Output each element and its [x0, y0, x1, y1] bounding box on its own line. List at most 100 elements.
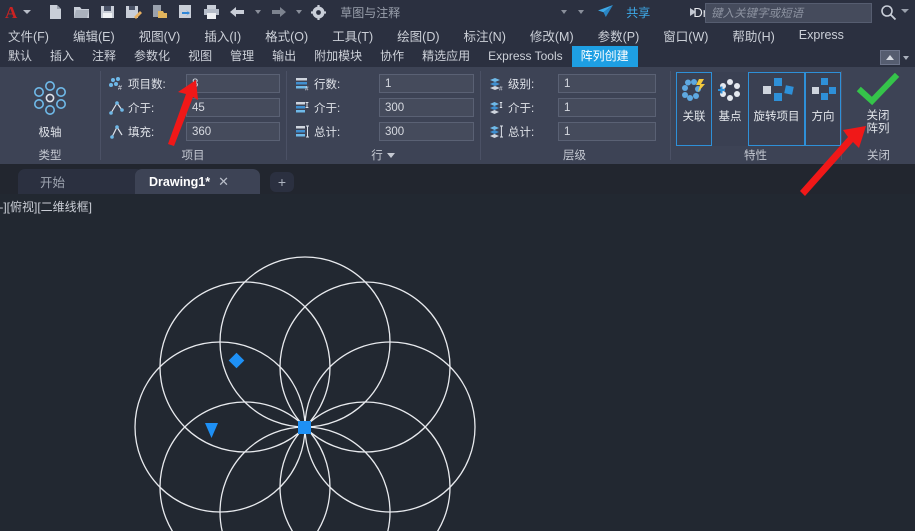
ribbon-minimize-icon[interactable] — [880, 50, 900, 65]
tab-addins[interactable]: 附加模块 — [305, 46, 371, 67]
tab-insert[interactable]: 插入 — [41, 46, 83, 67]
rows-count-input[interactable]: 1 — [379, 74, 474, 93]
base-point-icon — [715, 78, 745, 107]
direction-button[interactable]: 方向 — [805, 72, 841, 146]
menu-item-dimension[interactable]: 标注(N) — [452, 26, 518, 45]
tab-annotate[interactable]: 注释 — [83, 46, 125, 67]
document-tab-bar: 开始 Drawing1* ✕ + — [0, 164, 915, 194]
new-icon[interactable] — [47, 4, 64, 20]
drawing-canvas[interactable]: [-][俯视][二维线框] — [0, 194, 915, 531]
rows-between-input[interactable]: 300 — [379, 98, 474, 117]
tab-featured-apps[interactable]: 精选应用 — [413, 46, 479, 67]
tab-manage[interactable]: 管理 — [221, 46, 263, 67]
menu-item-help[interactable]: 帮助(H) — [720, 26, 786, 45]
menu-item-tools[interactable]: 工具(T) — [320, 26, 385, 45]
menu-item-view[interactable]: 视图(V) — [127, 26, 193, 45]
workspace-name[interactable]: 草图与注释 — [340, 4, 400, 21]
close-array-button[interactable]: 关闭 阵列 — [856, 73, 900, 136]
level-between-icon — [489, 101, 504, 115]
open-icon[interactable] — [73, 4, 90, 20]
share-label[interactable]: 共享 — [626, 4, 650, 21]
items-between-input[interactable]: 45 — [186, 98, 280, 117]
titlebar-overflow-chevron-icon[interactable] — [901, 9, 909, 13]
ribbon-tab-bar: 默认 插入 注释 参数化 视图 管理 输出 附加模块 协作 精选应用 Expre… — [0, 46, 915, 67]
search-expand-icon[interactable] — [690, 8, 696, 16]
qat-overflow-chevron-icon[interactable] — [578, 10, 584, 14]
svg-text:#: # — [499, 86, 503, 92]
tab-collaborate[interactable]: 协作 — [371, 46, 413, 67]
items-fill-row: 填充: — [109, 122, 154, 142]
tab-array-creation[interactable]: 阵列创建 — [572, 46, 638, 67]
levels-total-input[interactable]: 1 — [558, 122, 656, 141]
menu-item-file[interactable]: 文件(F) — [0, 26, 61, 45]
rotate-items-button[interactable]: 旋转项目 — [748, 72, 805, 146]
menu-item-window[interactable]: 窗口(W) — [651, 26, 720, 45]
redo-chevron-down-icon[interactable] — [296, 10, 302, 14]
tab-drawing1-label: Drawing1* — [149, 175, 210, 189]
undo-icon[interactable] — [229, 4, 246, 20]
associative-button[interactable]: 关联 — [676, 72, 712, 146]
rows-panel-chevron-down-icon[interactable] — [387, 153, 395, 158]
items-fill-input[interactable]: 360 — [186, 122, 280, 141]
polar-array-icon — [28, 79, 72, 122]
close-array-label-line2: 阵列 — [867, 123, 890, 136]
autocad-logo-icon: A — [5, 4, 17, 21]
menu-item-modify[interactable]: 修改(M) — [518, 26, 586, 45]
redo-icon[interactable] — [270, 4, 287, 20]
new-tab-button[interactable]: + — [270, 172, 294, 192]
ribbon-collapse-control[interactable] — [880, 50, 909, 65]
array-geometry — [0, 194, 915, 531]
rows-total-input[interactable]: 300 — [379, 122, 474, 141]
menu-item-edit[interactable]: 编辑(E) — [61, 26, 127, 45]
polar-array-button[interactable]: 极轴 — [28, 79, 72, 140]
undo-chevron-down-icon[interactable] — [255, 10, 261, 14]
rows-count-label: 行数: — [314, 76, 340, 92]
levels-between-input[interactable]: 1 — [558, 98, 656, 117]
quick-access-toolbar: 草图与注释 共享 Drawing1.dwg — [47, 4, 775, 21]
gear-icon[interactable] — [311, 5, 325, 19]
menu-item-insert[interactable]: 插入(I) — [192, 26, 253, 45]
panel-levels: # 级别: 1 介于: 1 总计: 1 层级 — [481, 67, 668, 164]
items-count-input[interactable]: 8 — [186, 74, 280, 93]
export-icon[interactable] — [151, 4, 168, 20]
tab-drawing1[interactable]: Drawing1* ✕ — [135, 169, 260, 194]
tab-default[interactable]: 默认 — [0, 46, 41, 67]
panel-rows-title-text: 行 — [371, 150, 383, 162]
ribbon-options-chevron-down-icon[interactable] — [903, 56, 909, 60]
search-placeholder: 键入关键字或短语 — [711, 5, 803, 21]
menu-item-express[interactable]: Express — [787, 28, 856, 42]
saveas-icon[interactable] — [125, 4, 142, 20]
tab-view[interactable]: 视图 — [179, 46, 221, 67]
workspace-chevron-down-icon[interactable] — [561, 10, 567, 14]
items-fill-label: 填充: — [128, 124, 154, 140]
rows-between-label: 介于: — [314, 100, 340, 116]
sync-icon[interactable] — [177, 4, 194, 20]
title-bar: A — [0, 0, 915, 24]
panel-rows-title[interactable]: 行 — [287, 147, 479, 163]
level-count-icon: # — [489, 77, 504, 91]
tab-parametric[interactable]: 参数化 — [125, 46, 179, 67]
share-icon[interactable] — [597, 4, 614, 20]
app-menu-chevron-down-icon[interactable] — [23, 10, 31, 14]
row-between-icon — [295, 101, 310, 115]
menu-item-format[interactable]: 格式(O) — [253, 26, 320, 45]
autocad-window: A — [0, 0, 915, 531]
menu-item-draw[interactable]: 绘图(D) — [385, 26, 451, 45]
panel-items: # 项目数: 8 介于: 45 填充: 360 项目 — [101, 67, 285, 164]
base-point-button[interactable]: 基点 — [712, 72, 748, 146]
row-total-icon — [295, 125, 310, 139]
search-icon[interactable] — [880, 4, 896, 20]
tab-express-tools[interactable]: Express Tools — [479, 46, 571, 67]
menu-item-parametric[interactable]: 参数(P) — [586, 26, 652, 45]
close-icon[interactable]: ✕ — [218, 174, 229, 190]
green-check-icon — [856, 73, 900, 110]
levels-count-input[interactable]: 1 — [558, 74, 656, 93]
polar-array-label: 极轴 — [39, 124, 62, 140]
save-icon[interactable] — [99, 4, 116, 20]
tab-start[interactable]: 开始 — [18, 169, 143, 194]
search-input[interactable]: 键入关键字或短语 — [705, 3, 872, 23]
print-icon[interactable] — [203, 4, 220, 20]
tab-output[interactable]: 输出 — [263, 46, 305, 67]
rotate-items-icon — [756, 78, 798, 107]
item-count-icon: # — [109, 77, 124, 91]
